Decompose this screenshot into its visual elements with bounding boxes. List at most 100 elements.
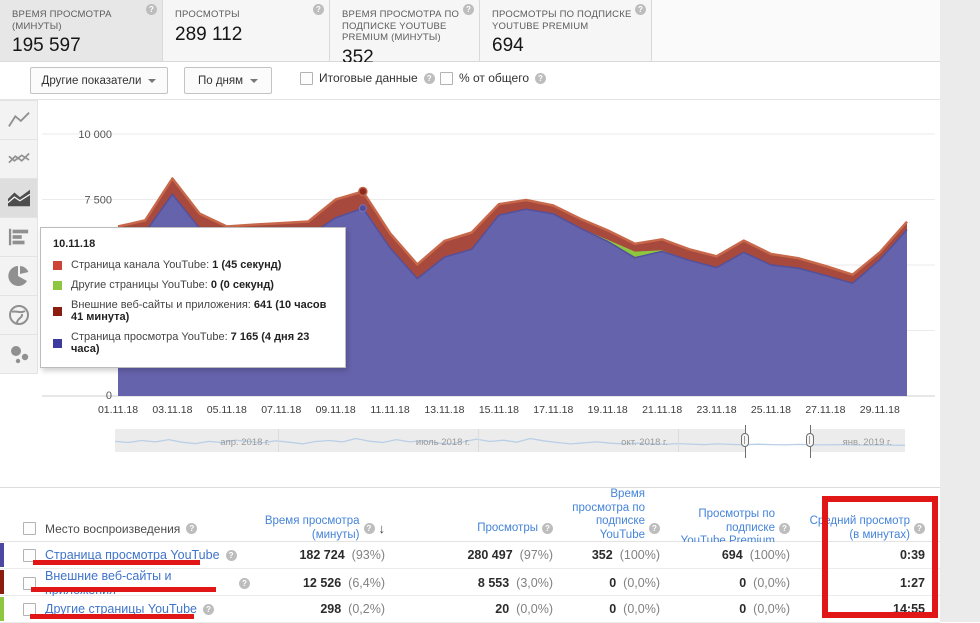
tooltip-row: Страница просмотра YouTube:7 165 (4 дня … (53, 331, 333, 355)
metrics-bar-filler (652, 0, 940, 61)
chart-type-multiline[interactable] (0, 140, 38, 179)
select-all-checkbox[interactable] (23, 522, 36, 535)
filter-bar: Другие показатели По дням Итоговые данны… (0, 62, 940, 100)
page-right-margin (940, 0, 980, 622)
bar-chart-icon (6, 226, 32, 248)
column-header-watch-time[interactable]: Время просмотра (минуты) (265, 515, 360, 542)
svg-text:7 500: 7 500 (84, 195, 112, 207)
help-icon[interactable]: ? (186, 523, 197, 534)
svg-text:01.11.18: 01.11.18 (98, 404, 138, 416)
metric-value: 289 112 (175, 24, 317, 46)
checkbox-label: % от общего (459, 71, 529, 85)
premium-time-value: 0 (609, 602, 616, 616)
svg-text:17.11.18: 17.11.18 (533, 404, 573, 416)
chart-type-map[interactable] (0, 296, 38, 335)
timeline-scrubber[interactable]: апр. 2018 г. июль 2018 г. окт. 2018 г. янв.… (115, 429, 905, 452)
svg-text:23.11.18: 23.11.18 (697, 404, 737, 416)
totals-checkbox[interactable] (300, 72, 313, 85)
percent-checkbox[interactable] (440, 72, 453, 85)
metric-value: 694 (492, 35, 639, 57)
help-icon[interactable]: ? (424, 73, 435, 84)
chart-type-pie[interactable] (0, 257, 38, 296)
help-icon[interactable]: ? (313, 4, 324, 15)
line-chart-icon (6, 109, 32, 131)
svg-text:27.11.18: 27.11.18 (805, 404, 845, 416)
bubble-chart-icon (7, 342, 31, 366)
series-value: 0 (0 секунд) (211, 279, 274, 291)
scrubber-handle-right[interactable] (806, 433, 814, 447)
premium-views-pct: (0,0%) (753, 576, 790, 590)
series-swatch-external (53, 307, 62, 316)
metric-card-views[interactable]: ? ПРОСМОТРЫ 289 112 (163, 0, 330, 61)
help-icon[interactable]: ? (463, 4, 474, 15)
views-pct: (97%) (520, 548, 553, 562)
pie-chart-icon (7, 264, 31, 288)
totals-checkbox-group: Итоговые данные ? (300, 71, 435, 85)
row-link-external-sites[interactable]: Внешние веб-сайты и приложения ? (45, 569, 250, 597)
metrics-bar: ? ВРЕМЯ ПРОСМОТРА (МИНУТЫ) 195 597 ? ПРО… (0, 0, 940, 62)
watch-time-pct: (93%) (352, 548, 385, 562)
scrubber-period-label: апр. 2018 г. (220, 437, 270, 448)
premium-views-value: 0 (739, 602, 746, 616)
metric-card-watch-time[interactable]: ? ВРЕМЯ ПРОСМОТРА (МИНУТЫ) 195 597 (0, 0, 163, 61)
premium-time-value: 352 (592, 548, 613, 562)
svg-text:10 000: 10 000 (78, 129, 112, 141)
series-swatch-other-pages (53, 281, 62, 290)
series-swatch-channel-page (53, 261, 62, 270)
help-icon[interactable]: ? (649, 523, 660, 534)
row-label: Внешние веб-сайты и приложения (45, 569, 233, 597)
svg-text:09.11.18: 09.11.18 (316, 404, 356, 416)
premium-time-pct: (0,0%) (623, 576, 660, 590)
metrics-dropdown[interactable]: Другие показатели (30, 67, 168, 94)
series-name: Страница просмотра YouTube: (71, 331, 228, 343)
series-name: Внешние веб-сайты и приложения: (71, 299, 251, 311)
row-color-bar (0, 570, 4, 594)
scrubber-period-label: янв. 2019 г. (843, 437, 892, 448)
column-header-place: Место воспроизведения (45, 522, 180, 536)
series-name: Другие страницы YouTube: (71, 279, 208, 291)
granularity-dropdown[interactable]: По дням (184, 67, 272, 94)
svg-text:07.11.18: 07.11.18 (261, 404, 301, 416)
chevron-down-icon (250, 79, 258, 83)
metric-label: ПРОСМОТРЫ ПО ПОДПИСКЕ YOUTUBE PREMIUM (492, 9, 639, 32)
help-icon[interactable]: ? (635, 4, 646, 15)
annotation-underline-external-sites (31, 587, 216, 592)
dropdown-label: По дням (198, 75, 243, 87)
help-icon[interactable]: ? (542, 523, 553, 534)
tooltip-row: Внешние веб-сайты и приложения:641 (10 ч… (53, 299, 333, 323)
checkbox-label: Итоговые данные (319, 71, 418, 85)
column-header-views[interactable]: Просмотры (477, 522, 538, 536)
metric-card-premium-views[interactable]: ? ПРОСМОТРЫ ПО ПОДПИСКЕ YOUTUBE PREMIUM … (480, 0, 652, 61)
chart-type-line[interactable] (0, 100, 38, 140)
metric-card-premium-watch-time[interactable]: ? ВРЕМЯ ПРОСМОТРА ПО ПОДПИСКЕ YOUTUBE PR… (330, 0, 480, 61)
help-icon[interactable]: ? (203, 604, 214, 615)
playback-location-table: Место воспроизведения ? Время просмотра … (0, 487, 940, 623)
svg-text:11.11.18: 11.11.18 (370, 404, 409, 416)
scrubber-period-label: окт. 2018 г. (621, 437, 668, 448)
help-icon[interactable]: ? (239, 578, 250, 589)
premium-time-value: 0 (609, 576, 616, 590)
premium-views-value: 694 (722, 548, 743, 562)
annotation-underline-watch-page (33, 560, 200, 565)
watch-time-pct: (0,2%) (348, 602, 385, 616)
svg-text:13.11.18: 13.11.18 (424, 404, 464, 416)
svg-text:21.11.18: 21.11.18 (642, 404, 682, 416)
metric-label: ВРЕМЯ ПРОСМОТРА (МИНУТЫ) (12, 9, 150, 32)
chart-type-stacked-area[interactable] (0, 179, 38, 218)
scrubber-handle-left[interactable] (741, 433, 749, 447)
help-icon[interactable]: ? (364, 523, 375, 534)
help-icon[interactable]: ? (779, 523, 790, 534)
scrubber-period-label: июль 2018 г. (416, 437, 470, 448)
help-icon[interactable]: ? (535, 73, 546, 84)
svg-text:05.11.18: 05.11.18 (207, 404, 247, 416)
series-value: 1 (45 секунд) (212, 259, 281, 271)
tooltip-date: 10.11.18 (53, 238, 333, 250)
help-icon[interactable]: ? (146, 4, 157, 15)
views-value: 20 (495, 602, 509, 616)
globe-icon (7, 303, 31, 327)
help-icon[interactable]: ? (226, 550, 237, 561)
chart-type-bar[interactable] (0, 218, 38, 257)
metric-value: 195 597 (12, 35, 150, 57)
scrubber-separator (278, 429, 279, 452)
chart-type-bubble[interactable] (0, 335, 38, 374)
